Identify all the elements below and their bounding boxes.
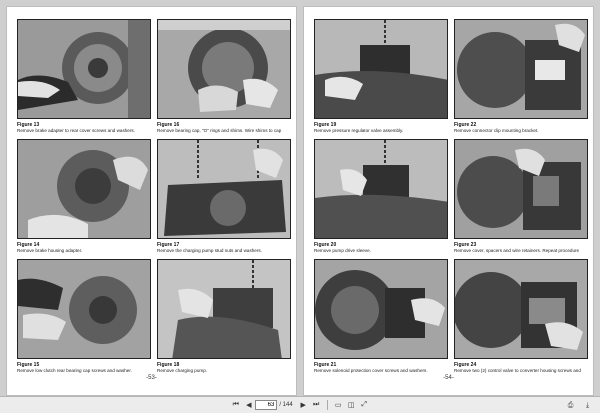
two-page-view-icon[interactable]: ◫ (346, 400, 357, 411)
left-page: Figure 13 Remove brake adapter to rear c… (6, 6, 297, 396)
figure-17: Figure 17 Remove the charging pump stud … (157, 139, 291, 254)
first-page-icon[interactable]: ⏮ (230, 400, 241, 411)
figure-17-caption: Remove the charging pump stud nuts and w… (157, 248, 262, 253)
figure-14: Figure 14 Remove brake housing adapter. (17, 139, 151, 254)
figure-20-photo (314, 139, 448, 239)
figure-22-caption: Remove connector clip mounting bracket. (454, 128, 539, 133)
figure-15-photo (17, 259, 151, 359)
next-page-icon[interactable]: ▶ (298, 400, 309, 411)
figure-15-caption: Remove low clutch rear bearing cap screw… (17, 368, 132, 373)
figure-16-photo (157, 19, 291, 119)
figure-14-caption: Remove brake housing adapter. (17, 248, 83, 253)
right-page-number: -54- (443, 375, 454, 381)
figure-13: Figure 13 Remove brake adapter to rear c… (17, 19, 151, 134)
figure-18-photo (157, 259, 291, 359)
page-number-input[interactable] (255, 400, 278, 410)
figure-23-photo (454, 139, 588, 239)
figure-24-photo (454, 259, 588, 359)
single-page-view-icon[interactable]: ▭ (333, 400, 344, 411)
figure-19-caption: Remove pressure regulator valve assembly… (314, 128, 404, 133)
figure-18: Figure 18 Remove charging pump. (157, 259, 291, 374)
figure-24-caption: Remove two (2) control valve to converte… (454, 368, 581, 373)
toolbar-right-group: ⎙ ⤓ (564, 400, 594, 411)
figure-16-caption: Remove bearing cap, "O" rings and shims.… (157, 128, 282, 133)
total-pages-label: / 144 (279, 402, 293, 408)
figure-17-photo (157, 139, 291, 239)
left-page-number: -53- (146, 375, 157, 381)
previous-page-icon[interactable]: ◀ (243, 400, 254, 411)
figure-24: Figure 24 Remove two (2) control valve t… (454, 259, 588, 374)
figure-16: Figure 16 Remove bearing cap, "O" rings … (157, 19, 291, 134)
figure-19: Figure 19 Remove pressure regulator valv… (314, 19, 448, 134)
figure-13-caption: Remove brake adapter to rear cover screw… (17, 128, 135, 133)
figure-21-photo (314, 259, 448, 359)
figure-14-photo (17, 139, 151, 239)
document-viewer: Figure 13 Remove brake adapter to rear c… (0, 0, 600, 413)
figure-15: Figure 15 Remove low clutch rear bearing… (17, 259, 151, 374)
figure-13-photo (17, 19, 151, 119)
figure-20-caption: Remove pump drive sleeve. (314, 248, 371, 253)
print-icon[interactable]: ⎙ (565, 400, 576, 411)
figure-21: Figure 21 Remove solenoid protection cov… (314, 259, 448, 374)
figure-22: Figure 22 Remove connector clip mounting… (454, 19, 588, 134)
fit-page-icon[interactable]: ⤢ (359, 400, 370, 411)
pdf-toolbar: ⏮ ◀ / 144 ▶ ⏭ ▭ ◫ ⤢ ⎙ ⤓ (0, 396, 600, 413)
figure-19-photo (314, 19, 448, 119)
last-page-icon[interactable]: ⏭ (311, 400, 322, 411)
figure-20: Figure 20 Remove pump drive sleeve. (314, 139, 448, 254)
figure-23: Figure 23 Remove cover, spacers and wire… (454, 139, 588, 254)
save-icon[interactable]: ⤓ (582, 400, 593, 411)
figure-23-caption: Remove cover, spacers and wire retainers… (454, 248, 580, 253)
figure-22-photo (454, 19, 588, 119)
right-page: Figure 19 Remove pressure regulator valv… (303, 6, 594, 396)
figure-21-caption: Remove solenoid protection cover screws … (314, 368, 428, 373)
toolbar-divider (326, 400, 328, 410)
figure-18-caption: Remove charging pump. (157, 368, 208, 373)
